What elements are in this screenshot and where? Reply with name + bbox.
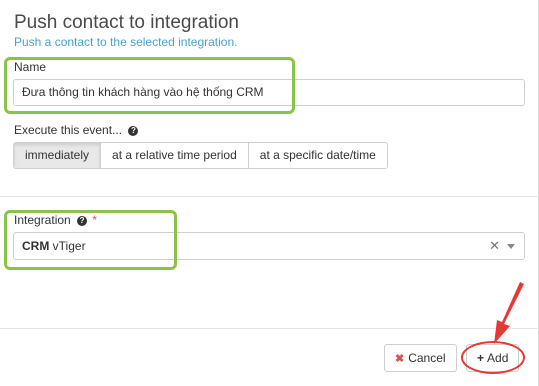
option-specific-date[interactable]: at a specific date/time: [248, 143, 387, 168]
chevron-down-icon[interactable]: [507, 244, 515, 249]
cancel-button[interactable]: ✖ Cancel: [384, 344, 457, 372]
name-highlight-box: [4, 57, 295, 114]
integration-highlight-box: [4, 210, 177, 270]
execute-label-text: Execute this event...: [14, 123, 123, 137]
execute-label: Execute this event... ?: [14, 123, 139, 137]
annotation-arrow-icon: [494, 282, 524, 344]
dialog-title: Push contact to integration: [14, 12, 239, 33]
footer-divider: [0, 328, 539, 329]
cancel-label: Cancel: [408, 351, 446, 365]
option-immediately[interactable]: immediately: [14, 143, 102, 168]
execute-options: immediately at a relative time period at…: [13, 142, 388, 169]
clear-icon[interactable]: ✕: [489, 233, 500, 259]
dialog-subtitle: Push a contact to the selected integrati…: [14, 35, 238, 49]
option-relative-time[interactable]: at a relative time period: [101, 143, 249, 168]
close-icon: ✖: [395, 353, 405, 365]
section-divider: [0, 196, 539, 197]
help-icon[interactable]: ?: [128, 125, 139, 136]
